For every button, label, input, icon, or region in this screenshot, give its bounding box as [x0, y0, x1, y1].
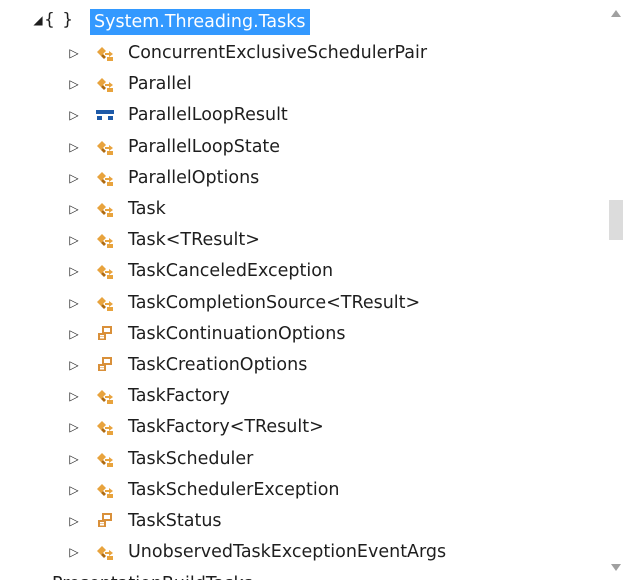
expand-arrow-icon[interactable]: ▷: [66, 288, 82, 318]
tree-row[interactable]: ▷ TaskCreationOptions: [0, 350, 605, 380]
expand-arrow-icon[interactable]: ▷: [66, 319, 82, 349]
expand-arrow-icon[interactable]: ▷: [66, 506, 82, 536]
expand-arrow-icon[interactable]: ▷: [66, 475, 82, 505]
class-icon: [94, 480, 116, 500]
tree-item-label: ConcurrentExclusiveSchedulerPair: [128, 43, 428, 63]
expand-arrow-icon[interactable]: ▷: [66, 444, 82, 474]
enum-icon: [94, 511, 116, 531]
tree-item-label: ParallelLoopResult: [128, 105, 288, 126]
expand-arrow-icon[interactable]: ▷: [66, 412, 82, 442]
tree-row[interactable]: ▷ Task: [0, 194, 605, 224]
tree-item-label: TaskFactory: [128, 386, 230, 407]
tree-item-label: Parallel: [128, 74, 192, 95]
tree-item-label: ParallelOptions: [128, 167, 260, 188]
class-icon: [94, 168, 116, 188]
scroll-up-arrow-icon[interactable]: [605, 2, 627, 24]
tree-row[interactable]: ▷ UnobservedTaskExceptionEventArgs: [0, 537, 605, 567]
class-icon: [94, 449, 116, 469]
tree-item-label: TaskCreationOptions: [128, 355, 308, 375]
tree-row[interactable]: ▷ TaskCompletionSource<TResult>: [0, 288, 605, 318]
class-icon: [94, 74, 116, 94]
tree-item-label: TaskCanceledException: [128, 261, 334, 282]
vertical-scrollbar[interactable]: [605, 0, 627, 580]
scrollbar-thumb[interactable]: [609, 200, 623, 240]
tree-row[interactable]: ▷ TaskSchedulerException: [0, 475, 605, 505]
class-icon: [94, 417, 116, 437]
class-icon: [94, 230, 116, 250]
tree-item-label: TaskFactory<TResult>: [128, 417, 324, 438]
class-icon: [94, 386, 116, 406]
class-icon: [94, 199, 116, 219]
tree-row[interactable]: ▷ Task<TResult>: [0, 225, 605, 255]
expand-arrow-icon[interactable]: ▷: [66, 350, 82, 380]
expand-arrow-icon[interactable]: ▷: [66, 69, 82, 99]
struct-icon: [94, 105, 116, 125]
tree-row[interactable]: ▷ ParallelLoopResult: [0, 100, 605, 130]
tree-item-label: TaskCompletionSource<TResult>: [128, 292, 421, 313]
tree-item-label: TaskScheduler: [128, 448, 254, 469]
tree-row[interactable]: ▷ TaskFactory<TResult>: [0, 412, 605, 442]
enum-icon: [94, 324, 116, 344]
expand-arrow-icon[interactable]: ▷: [66, 225, 82, 255]
tree-item-label: Task<TResult>: [128, 230, 260, 251]
tree-item-label: UnobservedTaskExceptionEventArgs: [128, 542, 447, 563]
solution-explorer-tree: ◢ { } System.Threading.Tasks ▷ Concurrent…: [0, 0, 605, 580]
expand-arrow-icon[interactable]: ▷: [66, 256, 82, 286]
tree-item-label: TaskStatus: [128, 511, 222, 531]
enum-icon: [94, 355, 116, 375]
scroll-down-arrow-icon[interactable]: [605, 556, 627, 578]
class-icon: [94, 261, 116, 281]
tree-row-partial[interactable]: ▷ PresentationBuildTasks: [0, 569, 605, 580]
expand-arrow-icon[interactable]: ▷: [66, 537, 82, 567]
expand-arrow-icon[interactable]: ▷: [66, 132, 82, 162]
tree-row[interactable]: ▷ TaskStatus: [0, 506, 605, 536]
expand-arrow-icon[interactable]: ▷: [66, 38, 82, 68]
expand-arrow-icon[interactable]: ▷: [66, 163, 82, 193]
class-icon: [94, 43, 116, 63]
expand-arrow-icon[interactable]: ▷: [66, 100, 82, 130]
namespace-row[interactable]: ◢ { } System.Threading.Tasks: [0, 5, 605, 35]
tree-item-label: ParallelLoopState: [128, 136, 281, 157]
tree-row[interactable]: ▷ TaskScheduler: [0, 444, 605, 474]
tree-item-label: PresentationBuildTasks: [52, 569, 253, 580]
tree-row[interactable]: ▷ TaskCanceledException: [0, 256, 605, 286]
tree-row[interactable]: ▷ ConcurrentExclusiveSchedulerPair: [0, 38, 605, 68]
expand-arrow-icon[interactable]: ▷: [66, 194, 82, 224]
tree-row[interactable]: ▷ Parallel: [0, 69, 605, 99]
expand-arrow-icon[interactable]: ▷: [4, 569, 20, 580]
class-icon: [94, 137, 116, 157]
namespace-icon: [26, 574, 48, 580]
tree-row[interactable]: ▷ TaskContinuationOptions: [0, 319, 605, 349]
tree-row[interactable]: ▷ ParallelOptions: [0, 163, 605, 193]
expand-arrow-icon[interactable]: ▷: [66, 381, 82, 411]
class-icon: [94, 293, 116, 313]
namespace-label: System.Threading.Tasks: [90, 9, 310, 35]
namespace-icon: { }: [44, 10, 75, 30]
tree-row[interactable]: ▷ TaskFactory: [0, 381, 605, 411]
tree-item-label: Task: [128, 199, 166, 219]
tree-row[interactable]: ▷ ParallelLoopState: [0, 132, 605, 162]
tree-item-label: TaskSchedulerException: [128, 479, 340, 500]
class-icon: [94, 542, 116, 562]
tree-item-label: TaskContinuationOptions: [128, 323, 346, 344]
